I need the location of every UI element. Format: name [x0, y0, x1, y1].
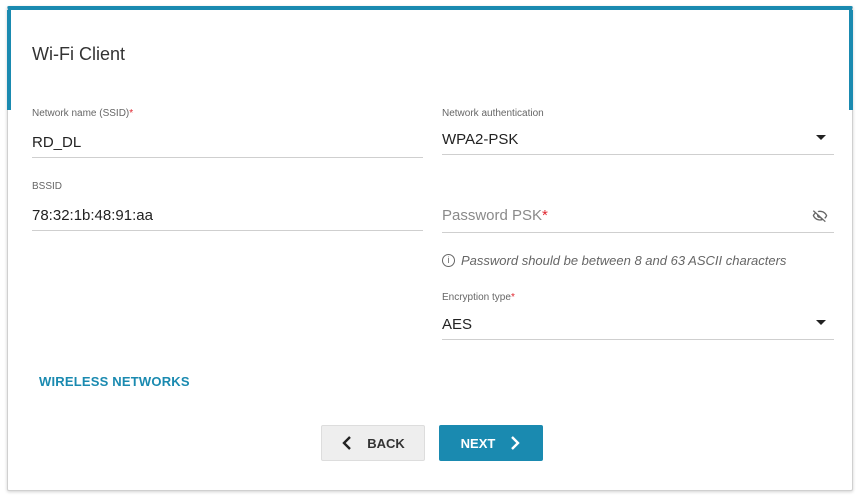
password-psk-placeholder: Password PSK* [442, 207, 548, 224]
next-button[interactable]: NEXT [439, 425, 543, 461]
bssid-field[interactable]: BSSID 78:32:1b:48:91:aa [32, 181, 423, 231]
chevron-right-icon [511, 436, 521, 450]
caret-down-icon [816, 320, 826, 325]
ssid-label: Network name (SSID)* [32, 108, 134, 119]
network-auth-label: Network authentication [442, 108, 544, 119]
card-accent-left [7, 10, 11, 110]
card-accent-right [849, 10, 853, 110]
eye-off-icon[interactable] [812, 208, 828, 224]
password-hint-text: Password should be between 8 and 63 ASCI… [461, 253, 787, 268]
network-auth-select[interactable]: Network authentication WPA2-PSK [442, 108, 834, 155]
back-button[interactable]: BACK [321, 425, 425, 461]
encryption-type-select[interactable]: Encryption type* AES [442, 292, 834, 340]
chevron-left-icon [342, 436, 352, 450]
network-auth-value: WPA2-PSK [442, 131, 519, 148]
ssid-field[interactable]: Network name (SSID)* RD_DL [32, 108, 423, 158]
password-psk-field[interactable]: Password PSK* [442, 194, 834, 233]
password-hint: i Password should be between 8 and 63 AS… [442, 253, 786, 268]
ssid-value: RD_DL [32, 134, 82, 151]
back-button-label: BACK [367, 435, 405, 451]
wireless-networks-link[interactable]: WIRELESS NETWORKS [39, 374, 190, 389]
bssid-label: BSSID [32, 181, 63, 192]
caret-down-icon [816, 135, 826, 140]
bssid-value: 78:32:1b:48:91:aa [32, 207, 153, 224]
wifi-client-card: Wi-Fi Client Network name (SSID)* RD_DL … [7, 6, 853, 491]
page-title: Wi-Fi Client [32, 44, 125, 64]
next-button-label: NEXT [460, 435, 496, 451]
encryption-type-label: Encryption type* [442, 292, 515, 303]
info-icon: i [442, 254, 455, 267]
encryption-type-value: AES [442, 316, 473, 333]
